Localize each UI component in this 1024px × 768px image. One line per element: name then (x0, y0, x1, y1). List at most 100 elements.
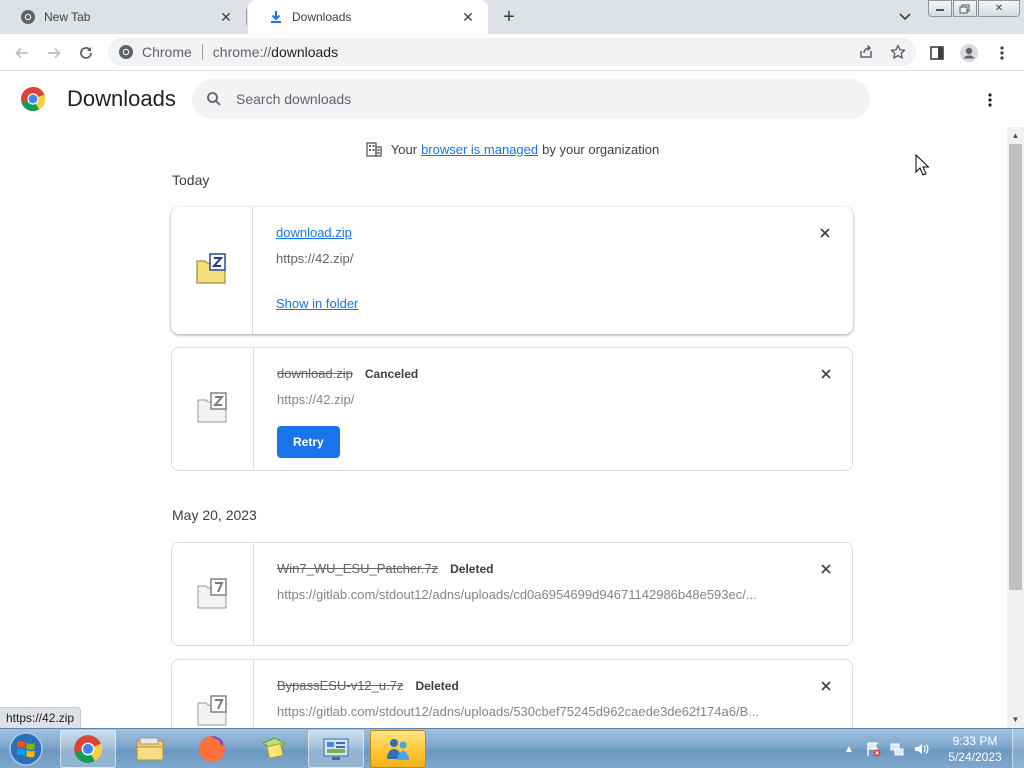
control-panel-icon (323, 738, 349, 760)
firefox-icon (199, 736, 225, 762)
browser-toolbar: Chrome chrome://downloads (0, 34, 1024, 71)
managed-suffix: by your organization (542, 141, 660, 157)
reload-button[interactable] (72, 39, 100, 67)
download-icon (268, 9, 284, 25)
file-icon-column (172, 543, 254, 645)
show-desktop-button[interactable] (1012, 729, 1024, 768)
retry-button[interactable]: Retry (277, 426, 340, 458)
close-tab-icon[interactable]: ✕ (460, 9, 476, 25)
taskbar-control-panel[interactable] (308, 730, 364, 768)
date-heading: May 20, 2023 (172, 507, 257, 523)
date-heading: Today (172, 172, 210, 188)
download-item: BypassESU-v12_u.7z Deleted https://gitla… (171, 659, 853, 728)
file-name-text: download.zip (277, 366, 353, 381)
managed-notice: Your browser is managed by your organiza… (0, 140, 1007, 158)
scrollbar-thumb[interactable] (1009, 144, 1022, 590)
scroll-down-arrow[interactable]: ▼ (1007, 712, 1024, 726)
chrome-icon (119, 45, 133, 59)
search-icon (204, 89, 224, 109)
notes-app-icon (261, 737, 287, 759)
tab-downloads[interactable]: Downloads ✕ (248, 0, 488, 34)
scroll-up-arrow[interactable]: ▲ (1007, 128, 1024, 142)
remove-item-icon[interactable] (816, 676, 836, 696)
chrome-icon (20, 9, 36, 25)
status-label: Deleted (415, 678, 459, 693)
taskbar-clock[interactable]: 9:33 PM 5/24/2023 (940, 733, 1010, 765)
file-name-text: Win7_WU_ESU_Patcher.7z (277, 561, 439, 576)
building-icon (366, 142, 382, 157)
file-icon-column (172, 348, 254, 470)
volume-icon[interactable] (912, 740, 930, 758)
source-url: https://42.zip/ (277, 392, 355, 407)
restore-button[interactable] (953, 0, 977, 17)
zip-file-icon (196, 253, 226, 284)
downloads-list: Your browser is managed by your organiza… (0, 127, 1007, 728)
tab-divider (246, 9, 247, 25)
file-name-link[interactable]: download.zip (276, 225, 352, 240)
file-name-row: Win7_WU_ESU_Patcher.7z Deleted (277, 561, 493, 576)
managed-prefix: Your (390, 141, 418, 157)
window-controls: ✕ (928, 0, 1020, 18)
clock-time: 9:33 PM (952, 734, 998, 748)
start-button-icon[interactable] (6, 731, 46, 767)
action-center-flag-icon[interactable] (864, 740, 882, 758)
close-window-button[interactable]: ✕ (978, 0, 1020, 17)
system-tray: ▲ (840, 729, 936, 768)
file-name-text: BypassESU-v12_u.7z (277, 678, 404, 693)
search-input[interactable] (236, 91, 836, 107)
omnibox-divider (201, 44, 203, 60)
url-scheme: chrome:// (212, 44, 272, 60)
taskbar-firefox[interactable] (184, 730, 240, 768)
back-button[interactable] (8, 39, 36, 67)
show-in-folder-link[interactable]: Show in folder (276, 296, 358, 311)
chrome-logo-icon (21, 86, 46, 111)
more-actions-icon[interactable] (976, 86, 1004, 114)
file-name-row: download.zip (276, 225, 352, 240)
tab-title: Downloads (292, 10, 352, 24)
forward-button[interactable] (40, 39, 68, 67)
search-box[interactable] (192, 79, 870, 119)
site-chip-label: Chrome (142, 44, 192, 60)
source-url: https://gitlab.com/stdout12/adns/uploads… (277, 587, 757, 602)
bookmark-star-icon[interactable] (884, 38, 912, 66)
folder-icon (136, 737, 164, 761)
download-item: download.zip https://42.zip/ Show in fol… (171, 207, 853, 334)
show-hidden-icons-icon[interactable]: ▲ (840, 740, 858, 758)
new-tab-button[interactable]: + (497, 5, 521, 29)
tab-new-tab[interactable]: New Tab ✕ (0, 0, 246, 34)
taskbar-chrome[interactable] (60, 730, 116, 768)
zip-file-icon (197, 392, 227, 423)
vertical-scrollbar[interactable]: ▲ ▼ (1007, 127, 1024, 728)
tab-title: New Tab (44, 10, 91, 24)
clock-date: 5/24/2023 (948, 750, 1002, 764)
remove-item-icon[interactable] (816, 364, 836, 384)
remove-item-icon[interactable] (815, 223, 835, 243)
taskbar-paint[interactable] (246, 730, 302, 768)
source-url: https://gitlab.com/stdout12/adns/uploads… (277, 704, 760, 719)
url-path: downloads (271, 44, 339, 60)
chrome-menu-icon[interactable] (988, 39, 1016, 67)
remove-item-icon[interactable] (816, 559, 836, 579)
site-info-chip[interactable]: Chrome (118, 44, 192, 60)
profile-avatar-icon[interactable] (955, 39, 983, 67)
file-name-row: download.zip Canceled (277, 366, 418, 381)
download-item: download.zip Canceled https://42.zip/ Re… (171, 347, 853, 471)
7z-file-icon (197, 578, 227, 609)
source-url: https://42.zip/ (276, 251, 354, 266)
network-icon[interactable] (888, 740, 906, 758)
taskbar-explorer[interactable] (122, 730, 178, 768)
side-panel-icon[interactable] (923, 39, 951, 67)
close-tab-icon[interactable]: ✕ (218, 9, 234, 25)
tab-search-chevron-icon[interactable] (894, 6, 916, 28)
file-icon-column (172, 660, 254, 728)
browser-managed-link[interactable]: browser is managed (421, 142, 538, 157)
share-icon[interactable] (852, 38, 880, 66)
status-label: Canceled (364, 366, 419, 381)
address-bar[interactable]: Chrome chrome://downloads (108, 38, 916, 66)
status-label: Deleted (450, 561, 494, 576)
taskbar-users-app[interactable] (370, 730, 426, 768)
page-title: Downloads (67, 86, 176, 111)
file-icon-column (171, 207, 253, 334)
minimize-button[interactable] (928, 0, 952, 17)
mouse-cursor-icon (915, 154, 929, 176)
